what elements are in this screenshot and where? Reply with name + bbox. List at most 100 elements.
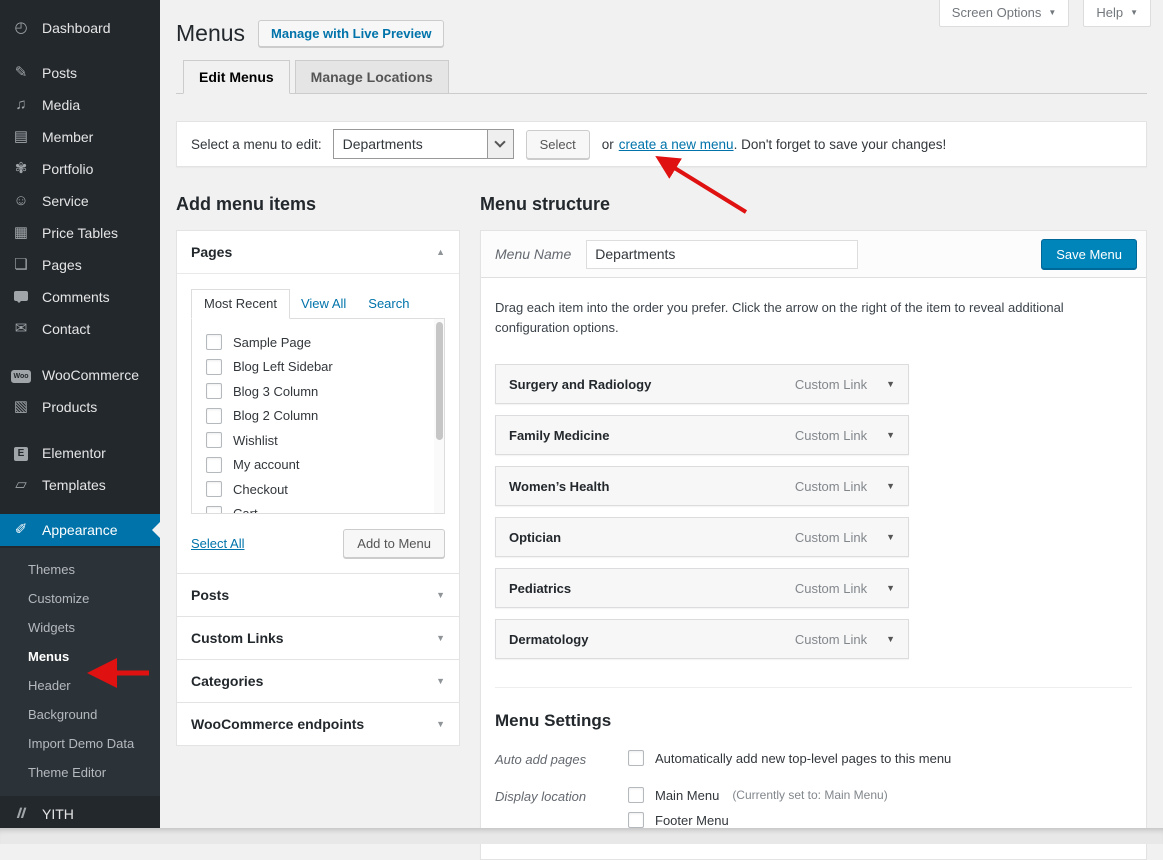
page-item-label: Wishlist bbox=[233, 433, 278, 448]
dashboard-icon: ◴ bbox=[11, 20, 31, 36]
sidebar-item-price-tables[interactable]: ▦ Price Tables bbox=[0, 217, 160, 249]
sidebar-item-posts[interactable]: ✎ Posts bbox=[0, 57, 160, 89]
save-changes-text: . Don't forget to save your changes! bbox=[734, 137, 947, 152]
expand-item-icon[interactable]: ▼ bbox=[886, 532, 895, 542]
manage-live-preview-button[interactable]: Manage with Live Preview bbox=[258, 20, 444, 47]
tab-view-all[interactable]: View All bbox=[290, 289, 357, 318]
expand-item-icon[interactable]: ▼ bbox=[886, 481, 895, 491]
submenu-item-header[interactable]: Header bbox=[0, 671, 160, 700]
submenu-item-theme-editor[interactable]: Theme Editor bbox=[0, 758, 160, 787]
sidebar-item-label: Media bbox=[42, 97, 80, 113]
menu-item-pediatrics[interactable]: Pediatrics Custom Link ▼ bbox=[495, 568, 909, 608]
tab-edit-menus[interactable]: Edit Menus bbox=[183, 60, 290, 94]
checkbox[interactable] bbox=[206, 481, 222, 497]
submenu-item-customize[interactable]: Customize bbox=[0, 584, 160, 613]
main-content: Screen Options ▼ Help ▼ Menus Manage wit… bbox=[160, 0, 1163, 828]
chevron-down-icon: ▼ bbox=[436, 633, 445, 643]
submenu-item-widgets[interactable]: Widgets bbox=[0, 613, 160, 642]
submenu-item-themes[interactable]: Themes bbox=[0, 555, 160, 584]
checkbox[interactable] bbox=[206, 457, 222, 473]
sidebar-item-portfolio[interactable]: ✾ Portfolio bbox=[0, 153, 160, 185]
sidebar-item-dashboard[interactable]: ◴ Dashboard bbox=[0, 12, 160, 44]
submenu-item-background[interactable]: Background bbox=[0, 700, 160, 729]
posts-panel-header[interactable]: Posts ▼ bbox=[177, 574, 459, 616]
checkbox[interactable] bbox=[206, 359, 222, 375]
page-checkbox-row[interactable]: Blog Left Sidebar bbox=[206, 355, 430, 380]
yith-icon: II bbox=[11, 806, 31, 822]
checkbox[interactable] bbox=[628, 750, 644, 766]
tab-search[interactable]: Search bbox=[357, 289, 420, 318]
main-menu-location-option[interactable]: Main Menu (Currently set to: Main Menu) bbox=[628, 787, 888, 803]
sidebar-item-media[interactable]: ♫ Media bbox=[0, 89, 160, 121]
checkbox[interactable] bbox=[628, 812, 644, 828]
checkbox[interactable] bbox=[206, 432, 222, 448]
save-menu-button[interactable]: Save Menu bbox=[1041, 239, 1137, 270]
page-checkbox-row[interactable]: Checkout bbox=[206, 477, 430, 502]
add-to-menu-button[interactable]: Add to Menu bbox=[343, 529, 445, 558]
tab-most-recent[interactable]: Most Recent bbox=[191, 289, 290, 319]
sidebar-item-products[interactable]: ▧ Products bbox=[0, 391, 160, 423]
menu-item-surgery-and-radiology[interactable]: Surgery and Radiology Custom Link ▼ bbox=[495, 364, 909, 404]
page-checkbox-row[interactable]: My account bbox=[206, 453, 430, 478]
expand-item-icon[interactable]: ▼ bbox=[886, 583, 895, 593]
auto-add-pages-option[interactable]: Automatically add new top-level pages to… bbox=[628, 750, 951, 766]
scrollbar-track[interactable] bbox=[434, 319, 444, 513]
submenu-item-menus[interactable]: Menus bbox=[0, 642, 160, 671]
footer-menu-location-option[interactable]: Footer Menu bbox=[628, 812, 888, 828]
sidebar-item-woocommerce[interactable]: Woo WooCommerce bbox=[0, 358, 160, 391]
menu-item-dermatology[interactable]: Dermatology Custom Link ▼ bbox=[495, 619, 909, 659]
tab-manage-locations[interactable]: Manage Locations bbox=[295, 60, 449, 94]
categories-panel-title: Categories bbox=[191, 673, 263, 689]
select-button[interactable]: Select bbox=[526, 130, 590, 159]
custom-links-panel-header[interactable]: Custom Links ▼ bbox=[177, 617, 459, 659]
sidebar-item-elementor[interactable]: E Elementor bbox=[0, 436, 160, 469]
auto-add-pages-label: Auto add pages bbox=[495, 750, 628, 775]
top-utility-tabs: Screen Options ▼ Help ▼ bbox=[939, 0, 1151, 27]
screen-options-button[interactable]: Screen Options ▼ bbox=[939, 0, 1070, 27]
menu-item-womens-health[interactable]: Women’s Health Custom Link ▼ bbox=[495, 466, 909, 506]
menu-item-optician[interactable]: Optician Custom Link ▼ bbox=[495, 517, 909, 557]
sidebar-item-yith[interactable]: II YITH bbox=[0, 798, 160, 828]
page-item-label: Sample Page bbox=[233, 335, 311, 350]
page-item-label: Blog 3 Column bbox=[233, 384, 318, 399]
sidebar-item-member[interactable]: ▤ Member bbox=[0, 121, 160, 153]
package-icon: ▧ bbox=[11, 399, 31, 415]
select-all-link[interactable]: Select All bbox=[191, 536, 244, 551]
sidebar-item-service[interactable]: ☺ Service bbox=[0, 185, 160, 217]
expand-item-icon[interactable]: ▼ bbox=[886, 430, 895, 440]
sidebar-item-pages[interactable]: ❏ Pages bbox=[0, 249, 160, 281]
chevron-down-icon: ▼ bbox=[1130, 8, 1138, 17]
menu-item-family-medicine[interactable]: Family Medicine Custom Link ▼ bbox=[495, 415, 909, 455]
sidebar-item-appearance[interactable]: ✐ Appearance bbox=[0, 514, 160, 546]
sidebar-item-templates[interactable]: ▱ Templates bbox=[0, 469, 160, 501]
page-title: Menus bbox=[176, 20, 245, 48]
page-checkbox-row[interactable]: Sample Page bbox=[206, 330, 430, 355]
woocommerce-endpoints-panel-title: WooCommerce endpoints bbox=[191, 716, 364, 732]
checkbox[interactable] bbox=[206, 334, 222, 350]
submenu-item-import-demo-data[interactable]: Import Demo Data bbox=[0, 729, 160, 758]
page-checkbox-row[interactable]: Wishlist bbox=[206, 428, 430, 453]
scrollbar-thumb[interactable] bbox=[436, 322, 443, 440]
expand-item-icon[interactable]: ▼ bbox=[886, 634, 895, 644]
sidebar-item-label: Service bbox=[42, 193, 89, 209]
checkbox[interactable] bbox=[206, 506, 222, 514]
smiley-icon: ☺ bbox=[11, 193, 31, 209]
page-checkbox-row[interactable]: Cart bbox=[206, 502, 430, 515]
checkbox[interactable] bbox=[628, 787, 644, 803]
sidebar-item-contact[interactable]: ✉ Contact bbox=[0, 313, 160, 345]
checkbox[interactable] bbox=[206, 408, 222, 424]
checkbox[interactable] bbox=[206, 383, 222, 399]
menu-select-dropdown[interactable]: Departments bbox=[333, 129, 514, 159]
page-checkbox-row[interactable]: Blog 3 Column bbox=[206, 379, 430, 404]
help-button[interactable]: Help ▼ bbox=[1083, 0, 1151, 27]
create-new-menu-link[interactable]: create a new menu bbox=[619, 137, 734, 152]
sidebar-item-comments[interactable]: Comments bbox=[0, 281, 160, 313]
pages-icon: ❏ bbox=[11, 257, 31, 273]
woocommerce-endpoints-panel-header[interactable]: WooCommerce endpoints ▼ bbox=[177, 703, 459, 745]
menu-name-input[interactable] bbox=[586, 240, 858, 269]
page-checkbox-row[interactable]: Blog 2 Column bbox=[206, 404, 430, 429]
footer-menu-text: Footer Menu bbox=[655, 813, 729, 828]
pages-panel-header[interactable]: Pages ▲ bbox=[177, 231, 459, 273]
expand-item-icon[interactable]: ▼ bbox=[886, 379, 895, 389]
categories-panel-header[interactable]: Categories ▼ bbox=[177, 660, 459, 702]
